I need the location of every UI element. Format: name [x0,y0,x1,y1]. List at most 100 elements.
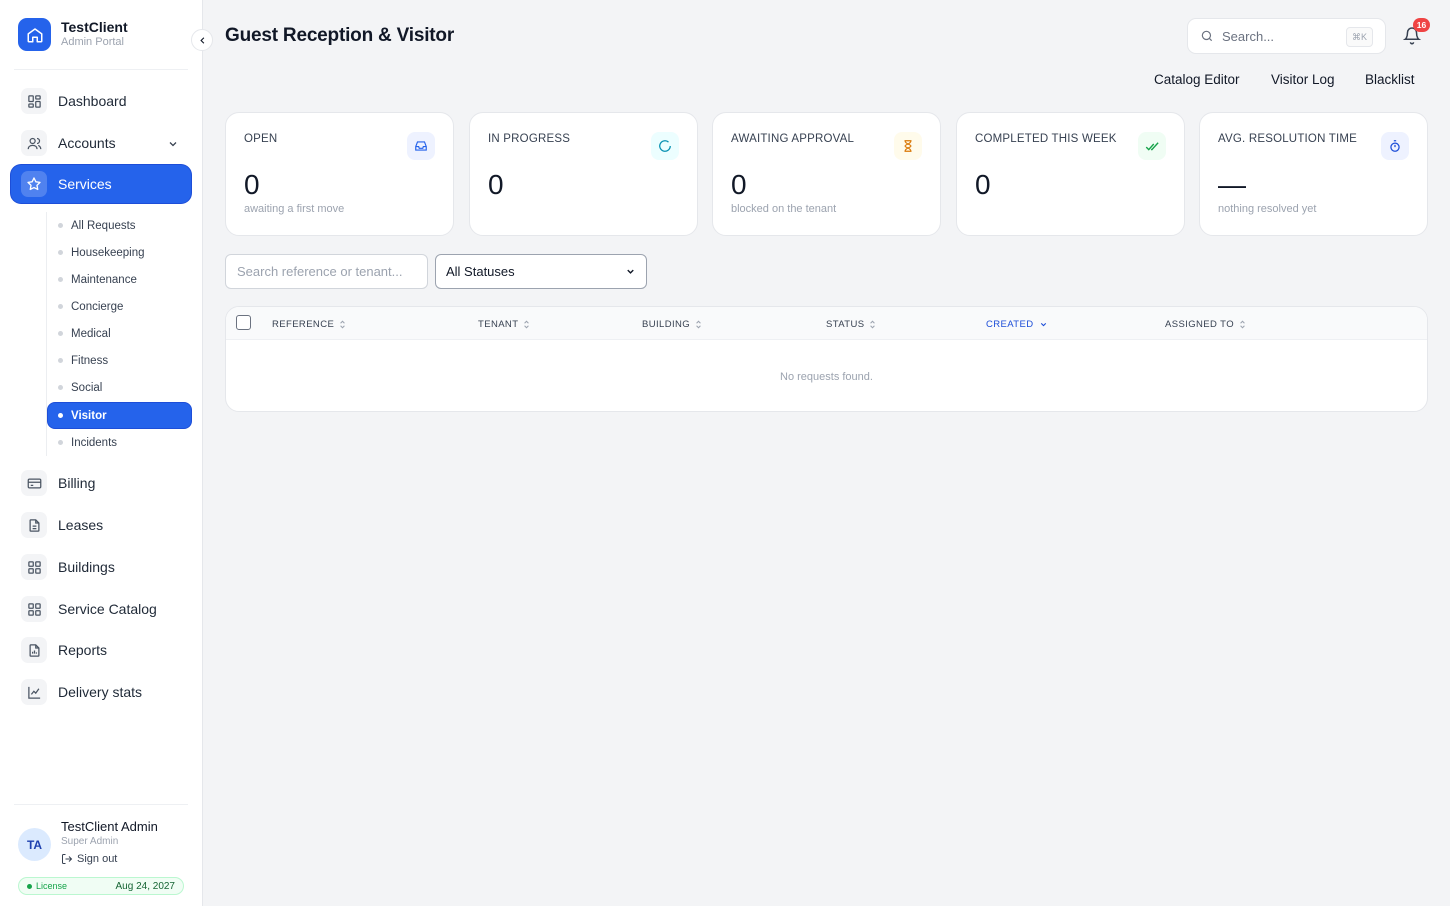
tab-visitor-log[interactable]: Visitor Log [1271,72,1335,87]
brand-subtitle: Admin Portal [61,36,124,48]
sidebar-item-label: Accounts [58,135,116,151]
stat-value: 0 [731,169,747,200]
inbox-icon [407,132,435,160]
tab-blacklist[interactable]: Blacklist [1365,72,1415,87]
stat-card-in-progress: IN PROGRESS 0 [469,112,698,236]
bullet-icon [58,358,63,363]
avatar[interactable]: TA [18,828,51,861]
column-label: CREATED [986,319,1034,330]
stat-value: 0 [244,169,260,200]
grid-icon [21,596,47,622]
report-icon [21,637,47,663]
double-check-icon [1138,132,1166,160]
sidebar-item-label: Delivery stats [58,684,143,700]
sort-icon [524,320,530,329]
sidebar-item-delivery-stats[interactable]: Delivery stats [11,673,191,711]
tab-catalog-editor[interactable]: Catalog Editor [1154,72,1240,87]
column-label: STATUS [826,319,865,330]
brand[interactable]: TestClient Admin Portal [18,18,128,51]
license-badge: License Aug 24, 2027 [18,877,184,895]
stat-card-awaiting-approval: AWAITING APPROVAL 0 blocked on the tenan… [712,112,941,236]
table-header: REFERENCE TENANT BUILDING STATUS CREATED… [226,307,1427,340]
bullet-icon [58,440,63,445]
column-header-tenant[interactable]: TENANT [478,319,530,330]
stat-card-completed-this-week: COMPLETED THIS WEEK 0 [956,112,1185,236]
bullet-icon [58,331,63,336]
stat-label: AWAITING APPROVAL [731,133,855,145]
column-header-assigned-to[interactable]: ASSIGNED TO [1165,319,1246,330]
stat-label: AVG. RESOLUTION TIME [1218,133,1358,145]
sidebar-item-services[interactable]: Services [11,165,191,203]
sidebar-subitem-fitness[interactable]: Fitness [48,348,191,373]
divider [14,804,188,805]
sidebar-item-label: Buildings [58,559,115,575]
sidebar-item-accounts[interactable]: Accounts [11,124,191,162]
bullet-icon [58,413,63,418]
sidebar-item-dashboard[interactable]: Dashboard [11,82,191,120]
global-search-input[interactable]: Search... ⌘K [1187,18,1386,54]
column-header-status[interactable]: STATUS [826,319,876,330]
license-date: Aug 24, 2027 [115,880,176,892]
stat-value: 0 [975,169,991,200]
search-shortcut: ⌘K [1345,27,1373,47]
stat-card-avg-resolution-time: AVG. RESOLUTION TIME — nothing resolved … [1199,112,1428,236]
status-filter-select[interactable]: All Statuses [435,254,647,289]
sidebar-item-label: Billing [58,475,96,491]
sidebar-item-leases[interactable]: Leases [11,506,191,544]
collapse-sidebar-button[interactable] [191,29,213,51]
sidebar-item-label: Reports [58,642,108,658]
user-role: Super Admin [61,836,119,847]
sidebar-subitem-concierge[interactable]: Concierge [48,294,191,319]
user-name: TestClient Admin [61,819,158,834]
sidebar-item-label: Leases [58,517,104,533]
users-icon [21,130,47,156]
search-icon [1201,30,1213,42]
star-icon [21,171,47,197]
select-all-checkbox[interactable] [236,315,251,330]
search-placeholder: Search... [1222,28,1275,44]
status-filter-value: All Statuses [446,264,515,279]
bullet-icon [58,385,63,390]
sidebar-item-billing[interactable]: Billing [11,464,191,502]
sort-icon [1240,320,1245,329]
column-header-building[interactable]: BUILDING [642,319,702,330]
chevron-left-icon [199,36,204,44]
sign-out-icon [62,854,73,864]
sidebar-subitem-maintenance[interactable]: Maintenance [48,267,191,292]
requests-table: REFERENCE TENANT BUILDING STATUS CREATED… [225,306,1428,412]
sidebar-item-service-catalog[interactable]: Service Catalog [11,590,191,628]
sign-out-link[interactable]: Sign out [61,853,117,865]
bullet-icon [58,223,63,228]
submenu-line [46,212,47,456]
stopwatch-icon [1381,132,1409,160]
sidebar-subitem-visitor[interactable]: Visitor [48,403,191,428]
sort-icon [340,320,345,329]
sidebar-item-buildings[interactable]: Buildings [11,548,191,586]
sidebar-subitem-all-requests[interactable]: All Requests [48,213,191,238]
subitem-label: Concierge [71,300,124,313]
column-header-reference[interactable]: REFERENCE [272,319,346,330]
spinner-icon [651,132,679,160]
sidebar-subitem-housekeeping[interactable]: Housekeeping [48,240,191,265]
column-label: TENANT [478,319,519,330]
column-header-created[interactable]: CREATED [986,319,1048,330]
stat-subtext: blocked on the tenant [731,203,837,215]
bullet-icon [58,304,63,309]
empty-state-message: No requests found. [780,371,873,383]
request-search-input[interactable] [225,254,428,289]
sidebar-item-label: Services [58,176,112,192]
subitem-label: Social [71,381,103,394]
home-icon [18,18,51,51]
sidebar-subitem-social[interactable]: Social [48,375,191,400]
grid-icon [21,88,47,114]
grid-icon [21,554,47,580]
stat-value: — [1218,169,1246,200]
sidebar-subitem-medical[interactable]: Medical [48,321,191,346]
subitem-label: Medical [71,327,111,340]
sidebar-subitem-incidents[interactable]: Incidents [48,430,191,455]
column-label: BUILDING [642,319,691,330]
stat-card-open: OPEN 0 awaiting a first move [225,112,454,236]
sidebar-item-reports[interactable]: Reports [11,631,191,669]
stat-value: 0 [488,169,504,200]
document-icon [21,512,47,538]
